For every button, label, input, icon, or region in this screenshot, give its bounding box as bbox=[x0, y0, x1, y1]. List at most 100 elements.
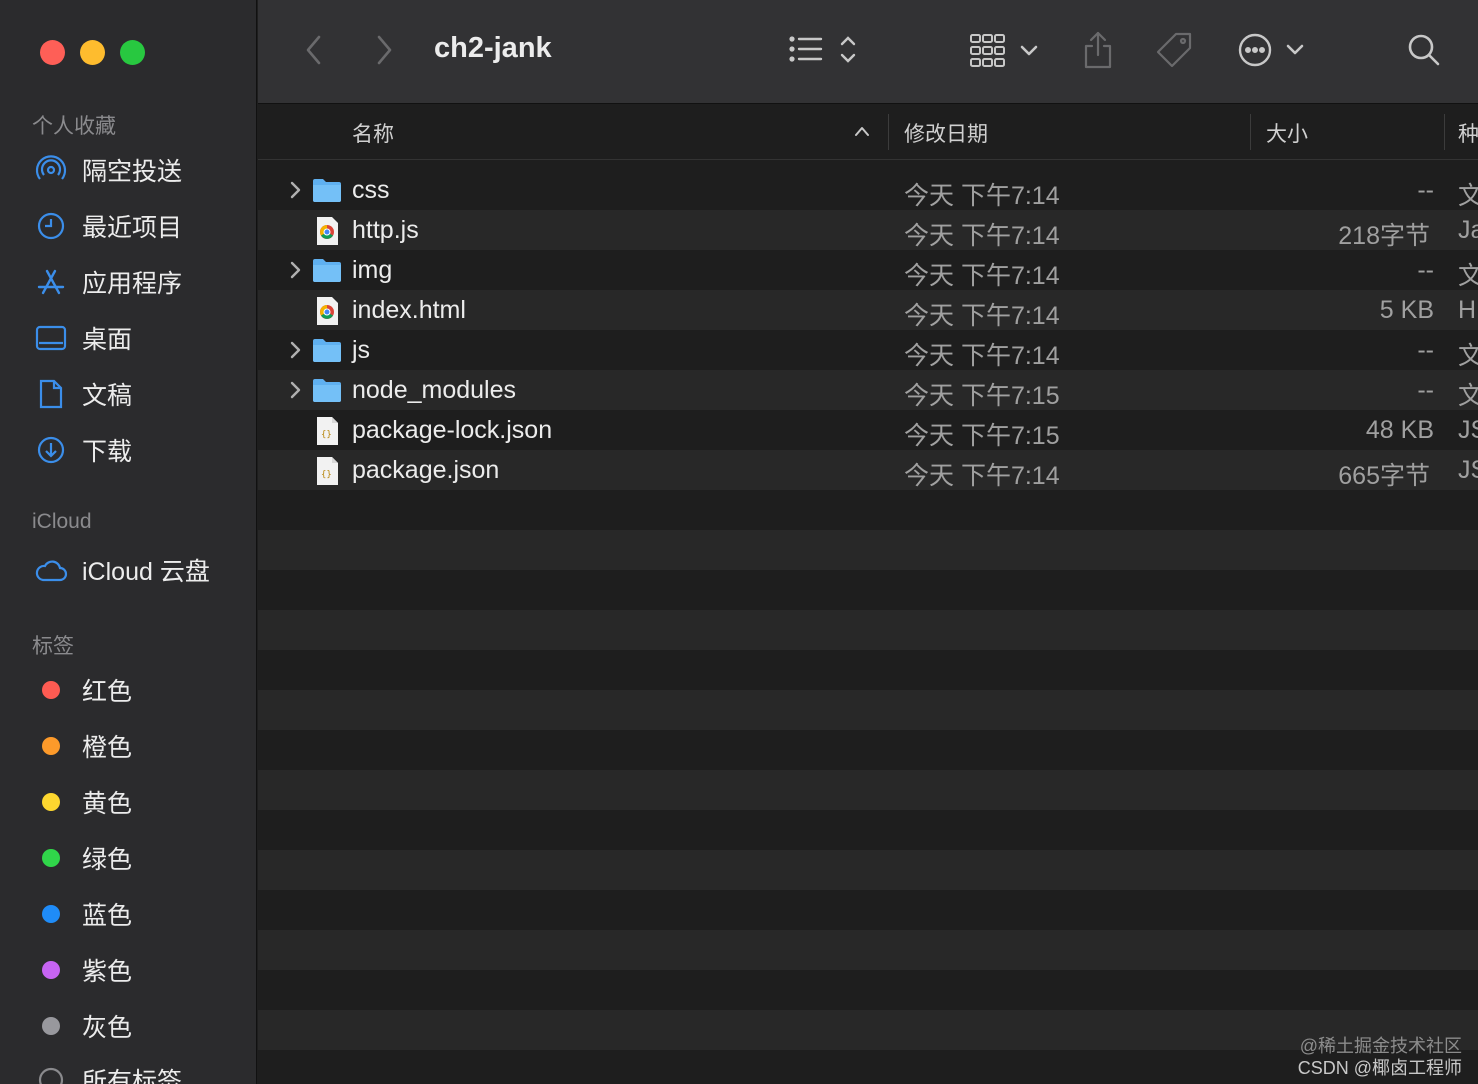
sidebar-item-label: 下载 bbox=[82, 438, 133, 466]
svg-text:{}: {} bbox=[321, 470, 332, 480]
sidebar-item-applications[interactable]: 应用程序 bbox=[34, 262, 182, 302]
file-kind: 文 bbox=[1458, 262, 1478, 290]
sidebar-tag-red[interactable]: 红色 bbox=[34, 670, 132, 710]
sidebar-tag-blue[interactable]: 蓝色 bbox=[34, 894, 132, 934]
sidebar-item-label: 红色 bbox=[82, 678, 133, 706]
sidebar-item-label: 桌面 bbox=[82, 326, 133, 354]
all-tags-icon bbox=[34, 1063, 68, 1084]
zoom-button[interactable] bbox=[120, 40, 145, 65]
search-icon bbox=[1407, 33, 1441, 72]
file-name: index.html bbox=[352, 296, 466, 324]
file-kind: H bbox=[1458, 296, 1477, 324]
file-name: node_modules bbox=[352, 376, 517, 404]
tag-dot-icon bbox=[42, 849, 60, 867]
sidebar-item-label: 最近项目 bbox=[82, 214, 183, 242]
document-icon bbox=[34, 377, 68, 411]
icloud-section-title: iCloud bbox=[32, 510, 92, 533]
sidebar-item-desktop[interactable]: 桌面 bbox=[34, 318, 132, 358]
sidebar-item-downloads[interactable]: 下载 bbox=[34, 430, 132, 470]
column-separator[interactable] bbox=[1250, 114, 1251, 150]
forward-button[interactable] bbox=[366, 28, 402, 76]
file-name: js bbox=[352, 336, 371, 364]
file-date: 今天 下午7:14 bbox=[904, 462, 1060, 490]
sidebar-tag-yellow[interactable]: 黄色 bbox=[34, 782, 132, 822]
folder-icon bbox=[312, 256, 342, 284]
sidebar-item-label: 蓝色 bbox=[82, 902, 133, 930]
column-size[interactable]: 大小 bbox=[1266, 118, 1308, 148]
file-kind: 文 bbox=[1458, 382, 1478, 410]
tag-dot-icon bbox=[42, 681, 60, 699]
folder-icon bbox=[312, 376, 342, 404]
column-name[interactable]: 名称 bbox=[352, 118, 394, 148]
file-row[interactable]: css 今天 下午7:14 -- 文 bbox=[258, 170, 1478, 210]
file-row[interactable]: js 今天 下午7:14 -- 文 bbox=[258, 330, 1478, 370]
file-size: 665字节 bbox=[1338, 462, 1430, 490]
group-button[interactable] bbox=[968, 28, 1044, 76]
svg-text:{}: {} bbox=[321, 430, 332, 440]
file-name: package.json bbox=[352, 456, 500, 484]
sidebar-item-label: 橙色 bbox=[82, 734, 133, 762]
disclosure-chevron-icon[interactable] bbox=[286, 258, 306, 282]
search-button[interactable] bbox=[1404, 28, 1444, 76]
sidebar-item-airdrop[interactable]: 隔空投送 bbox=[34, 150, 182, 190]
disclosure-chevron-icon[interactable] bbox=[286, 378, 306, 402]
back-button[interactable] bbox=[296, 28, 332, 76]
sidebar: 个人收藏 隔空投送 最近项目 应用程序 桌面 文稿 下载 iCloud iClo… bbox=[0, 0, 257, 1084]
file-date: 今天 下午7:15 bbox=[904, 382, 1060, 410]
sidebar-item-label: 灰色 bbox=[82, 1014, 133, 1042]
tag-icon bbox=[1154, 30, 1194, 75]
tag-button[interactable] bbox=[1152, 28, 1196, 76]
json-document-icon: {} bbox=[312, 456, 342, 485]
file-row[interactable]: {} package-lock.json 今天 下午7:15 48 KB JS bbox=[258, 410, 1478, 450]
sort-ascending-icon[interactable] bbox=[854, 124, 870, 142]
file-kind: Ja bbox=[1458, 216, 1478, 244]
sidebar-tag-gray[interactable]: 灰色 bbox=[34, 1006, 132, 1046]
column-date[interactable]: 修改日期 bbox=[904, 118, 988, 148]
column-kind[interactable]: 种 bbox=[1458, 118, 1478, 148]
tag-dot-icon bbox=[42, 961, 60, 979]
file-date: 今天 下午7:14 bbox=[904, 342, 1060, 370]
window-title: ch2-jank bbox=[434, 32, 552, 64]
file-row[interactable]: http.js 今天 下午7:14 218字节 Ja bbox=[258, 210, 1478, 250]
view-list-button[interactable] bbox=[786, 28, 866, 76]
file-row[interactable]: index.html 今天 下午7:14 5 KB H bbox=[258, 290, 1478, 330]
sidebar-item-icloud-drive[interactable]: iCloud 云盘 bbox=[34, 550, 210, 590]
grid-view-icon bbox=[968, 31, 1044, 74]
tag-dot-icon bbox=[42, 737, 60, 755]
folder-icon bbox=[312, 336, 342, 364]
file-size: -- bbox=[1417, 256, 1434, 284]
file-date: 今天 下午7:14 bbox=[904, 262, 1060, 290]
chevron-right-icon bbox=[374, 34, 394, 71]
file-row[interactable]: node_modules 今天 下午7:15 -- 文 bbox=[258, 370, 1478, 410]
close-button[interactable] bbox=[40, 40, 65, 65]
file-kind: JS bbox=[1458, 416, 1478, 444]
disclosure-chevron-icon[interactable] bbox=[286, 178, 306, 202]
ellipsis-circle-icon bbox=[1236, 31, 1306, 74]
sidebar-item-label: 所有标签 bbox=[82, 1068, 183, 1084]
desktop-icon bbox=[34, 321, 68, 355]
file-kind: JS bbox=[1458, 456, 1478, 484]
toolbar: ch2-jank bbox=[258, 0, 1478, 104]
column-separator[interactable] bbox=[1444, 114, 1445, 150]
share-button[interactable] bbox=[1078, 28, 1118, 76]
clock-icon bbox=[34, 209, 68, 243]
file-row[interactable]: {} package.json 今天 下午7:14 665字节 JS bbox=[258, 450, 1478, 490]
sidebar-tag-orange[interactable]: 橙色 bbox=[34, 726, 132, 766]
more-actions-button[interactable] bbox=[1236, 28, 1306, 76]
sidebar-item-label: 隔空投送 bbox=[82, 158, 183, 186]
tag-dot-icon bbox=[42, 793, 60, 811]
sidebar-item-documents[interactable]: 文稿 bbox=[34, 374, 132, 414]
column-separator[interactable] bbox=[888, 114, 889, 150]
sidebar-tag-green[interactable]: 绿色 bbox=[34, 838, 132, 878]
sidebar-item-recents[interactable]: 最近项目 bbox=[34, 206, 182, 246]
minimize-button[interactable] bbox=[80, 40, 105, 65]
file-row[interactable]: img 今天 下午7:14 -- 文 bbox=[258, 250, 1478, 290]
airdrop-icon bbox=[34, 153, 68, 187]
file-size: 218字节 bbox=[1338, 222, 1430, 250]
sidebar-tag-all[interactable]: 所有标签 bbox=[34, 1060, 182, 1084]
file-date: 今天 下午7:15 bbox=[904, 422, 1060, 450]
disclosure-chevron-icon[interactable] bbox=[286, 338, 306, 362]
file-size: -- bbox=[1417, 376, 1434, 404]
file-kind: 文 bbox=[1458, 182, 1478, 210]
sidebar-tag-purple[interactable]: 紫色 bbox=[34, 950, 132, 990]
